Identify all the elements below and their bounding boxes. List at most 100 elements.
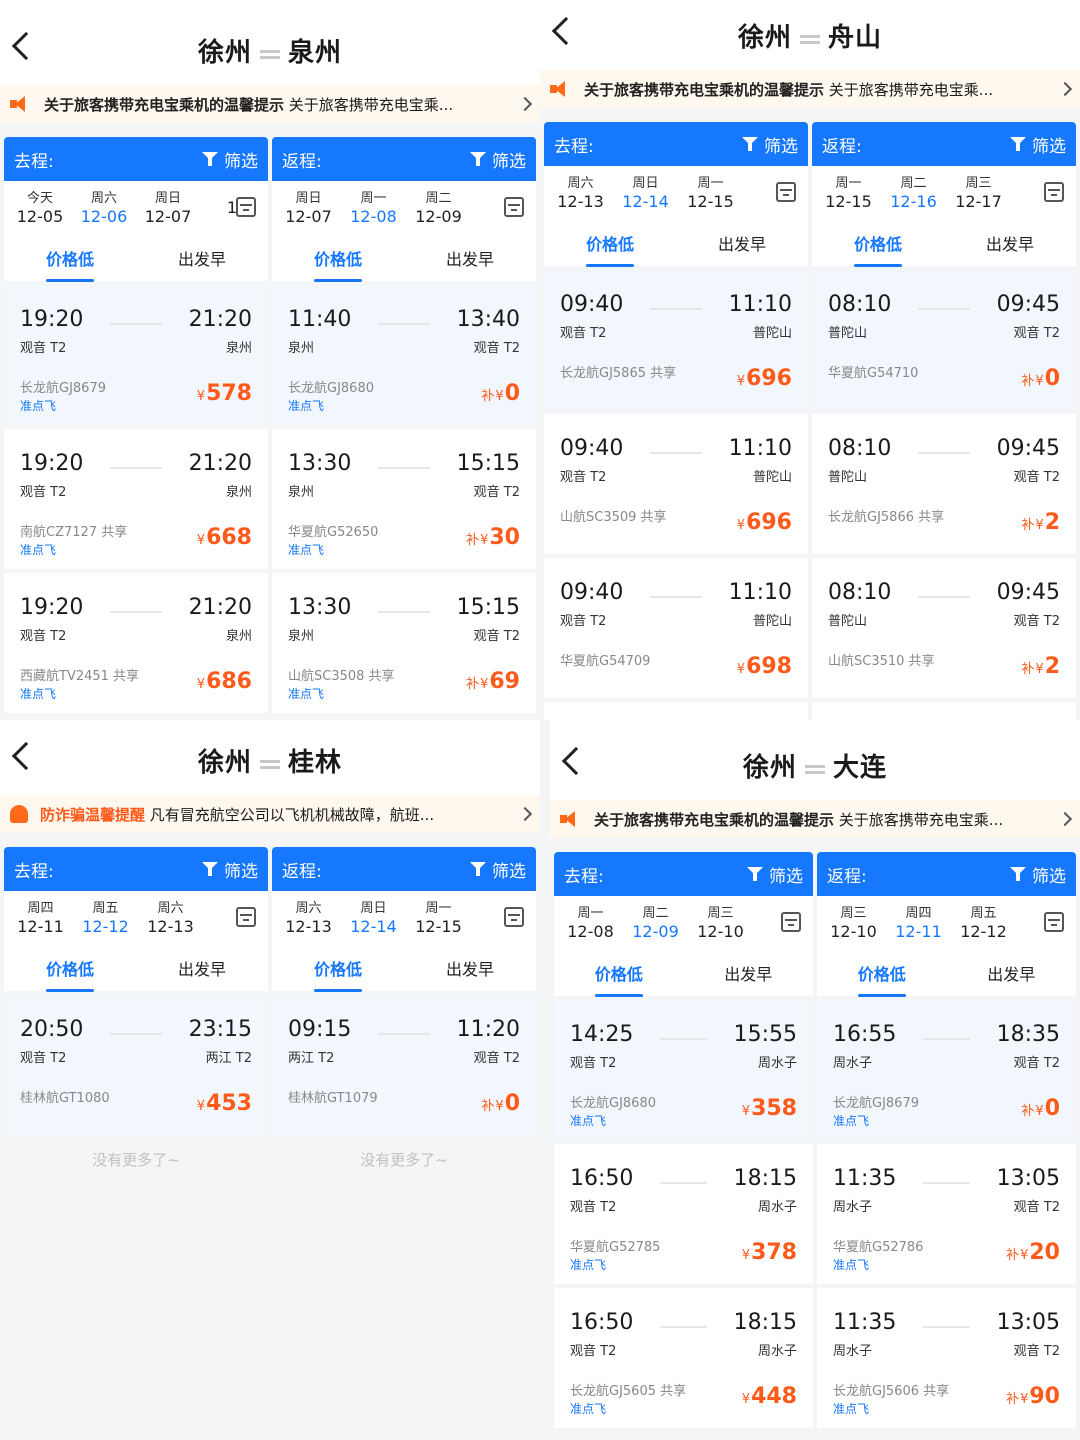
date-option[interactable]: 周三 12-10 [688, 905, 753, 941]
date-option[interactable]: 周一 12-15 [678, 175, 743, 211]
route-panel-quanzhou: 徐州 泉州 关于旅客携带充电宝乘机的温馨提示 关于旅客携带充电宝乘... 去程: 筛选今… [0, 0, 540, 720]
flight-card[interactable]: 09:15 11:20 两江 T2 观音 T2 桂林航GT1079 补¥0 [272, 995, 536, 1135]
date-option[interactable]: 今天 12-05 [8, 190, 72, 226]
date-option[interactable]: 周日 12-14 [613, 175, 678, 211]
notice-bar[interactable]: 关于旅客携带充电宝乘机的温馨提示 关于旅客携带充电宝乘... [0, 85, 540, 123]
flight-card[interactable]: 13:30 15:15 泉州 观音 T2 山航SC3508 共享 准点飞 补¥69 [272, 573, 536, 713]
yen-sign: ¥ [736, 662, 746, 677]
sort-depart-early-tab[interactable]: 出发早 [684, 961, 814, 985]
date-option[interactable]: 周六 12-13 [276, 900, 341, 936]
date-option[interactable]: 周五 12-12 [73, 900, 138, 936]
calendar-icon[interactable] [781, 912, 801, 932]
date-option[interactable]: 周一 12-15 [816, 175, 881, 211]
return-header: 返程: 筛选 [817, 852, 1076, 896]
price-value: 578 [206, 381, 252, 406]
sort-price-low-tab[interactable]: 价格低 [812, 231, 944, 267]
supplement-label: 补 [466, 677, 480, 692]
sort-depart-early-tab[interactable]: 出发早 [136, 956, 268, 980]
flight-card[interactable]: 20:50 23:15 观音 T2 两江 T2 桂林航GT1080 ¥453 [4, 995, 268, 1135]
depart-time: 13:30 [288, 595, 352, 620]
filter-button[interactable]: 筛选 [742, 132, 798, 157]
filter-button[interactable]: 筛选 [470, 147, 526, 172]
date-option[interactable]: 周四 12-11 [8, 900, 73, 936]
sort-price-low-tab[interactable]: 价格低 [4, 956, 136, 992]
depart-airport: 泉州 [288, 485, 315, 500]
flight-card[interactable]: 16:50 18:15 观音 T2 周水子 长龙航GJ5605 共享 准点飞 ¥448 [554, 1288, 813, 1428]
flight-card[interactable]: 16:50 18:15 观音 T2 周水子 华夏航G52785 准点飞 ¥378 [554, 1144, 813, 1284]
date-option[interactable]: 周日 12-14 [341, 900, 406, 936]
filter-button[interactable]: 筛选 [470, 857, 526, 882]
filter-button[interactable]: 筛选 [1010, 132, 1066, 157]
flight-card[interactable]: 09:40 11:10 观音 T2 普陀山 山航SC3509 共享 ¥696 [544, 414, 808, 554]
sort-depart-early-tab[interactable]: 出发早 [404, 246, 536, 270]
sort-price-low-tab[interactable]: 价格低 [544, 231, 676, 267]
sort-price-low-tab[interactable]: 价格低 [4, 246, 136, 282]
flight-card[interactable]: 08:10 09:45 普陀山 观音 T2 长龙航GJ5866 共享 补¥2 [812, 414, 1076, 554]
depart-time: 16:55 [833, 1022, 897, 1047]
calendar-icon[interactable] [776, 182, 796, 202]
date-option[interactable]: 周一 12-15 [406, 900, 471, 936]
date-option[interactable]: 周二 12-09 [623, 905, 688, 941]
sort-price-low-tab[interactable]: 价格低 [554, 961, 684, 997]
date-option[interactable]: 周六 12-13 [138, 900, 203, 936]
date-option[interactable]: 周一 12-08 [341, 190, 406, 226]
sort-price-low-tab[interactable]: 价格低 [272, 956, 404, 992]
notice-text: 关于旅客携带充电宝乘机的温馨提示 关于旅客携带充电宝乘... [44, 94, 512, 115]
flight-card[interactable]: 09:40 11:10 观音 T2 普陀山 长龙航GJ5865 共享 ¥696 [544, 270, 808, 410]
date-option[interactable]: 周三 12-10 [821, 905, 886, 941]
sort-price-low-tab[interactable]: 价格低 [272, 246, 404, 282]
sort-depart-early-tab[interactable]: 出发早 [944, 231, 1076, 255]
route-panel-guilin: 徐州 桂林 防诈骗温馨提醒 凡有冒充航空公司以飞机机械故障，航班... 去程: 筛选 周四… [0, 720, 540, 1440]
flight-card[interactable]: 11:35 13:05 周水子 观音 T2 长龙航GJ5606 共享 准点飞 补¥90 [817, 1288, 1076, 1428]
filter-button[interactable]: 筛选 [202, 857, 258, 882]
airline-flight-no: 长龙航GJ5606 共享 [833, 1384, 950, 1399]
date-option[interactable]: 周三 12-17 [946, 175, 1011, 211]
flight-card[interactable]: 09:40 11:10 观音 T2 普陀山 华夏航G54709 ¥698 [544, 558, 808, 698]
filter-button[interactable]: 筛选 [747, 862, 803, 887]
date-weekday: 周日 [360, 901, 387, 916]
notice-bar[interactable]: 关于旅客携带充电宝乘机的温馨提示 关于旅客携带充电宝乘... [540, 70, 1080, 108]
flight-card[interactable]: 19:20 21:20 观音 T2 泉州 南航CZ7127 共享 准点飞 ¥668 [4, 429, 268, 569]
flight-card[interactable]: 08:10 09:45 普陀山 观音 T2 华夏航G54710 补¥0 [812, 270, 1076, 410]
chevron-right-icon [517, 806, 533, 822]
flight-card[interactable]: 14:25 15:55 观音 T2 周水子 长龙航GJ8680 准点飞 ¥358 [554, 1000, 813, 1140]
route-line [918, 596, 970, 598]
notice-bar[interactable]: 关于旅客携带充电宝乘机的温馨提示 关于旅客携带充电宝乘... [550, 800, 1080, 838]
arrive-time: 13:40 [456, 307, 520, 332]
sort-depart-early-tab[interactable]: 出发早 [676, 231, 808, 255]
flight-card[interactable]: 19:20 21:20 观音 T2 泉州 西藏航TV2451 共享 准点飞 ¥686 [4, 573, 268, 713]
flight-card[interactable]: 11:35 13:05 周水子 观音 T2 华夏航G52786 准点飞 补¥20 [817, 1144, 1076, 1284]
date-option[interactable]: 周六 12-13 [548, 175, 613, 211]
airline-flight-no: 华夏航G52786 [833, 1240, 924, 1255]
notice-bar[interactable]: 防诈骗温馨提醒 凡有冒充航空公司以飞机机械故障，航班... [0, 795, 540, 833]
date-option[interactable]: 周二 12-09 [406, 190, 471, 226]
sort-price-low-tab[interactable]: 价格低 [817, 961, 947, 997]
sort-depart-early-tab[interactable]: 出发早 [947, 961, 1077, 985]
calendar-icon[interactable] [236, 907, 256, 927]
calendar-icon[interactable] [504, 907, 524, 927]
calendar-icon[interactable] [1044, 182, 1064, 202]
calendar-icon[interactable] [1044, 912, 1064, 932]
yen-sign: ¥ [196, 533, 206, 548]
date-option[interactable]: 周四 12-11 [886, 905, 951, 941]
calendar-icon[interactable] [504, 197, 524, 217]
flight-card[interactable]: 16:55 18:35 周水子 观音 T2 长龙航GJ8679 准点飞 补¥0 [817, 1000, 1076, 1140]
date-option[interactable]: 周日 12-07 [276, 190, 341, 226]
flight-card[interactable]: 13:30 15:15 泉州 观音 T2 华夏航G52650 准点飞 补¥30 [272, 429, 536, 569]
flight-card[interactable]: 08:1009:45普陀山观音 T2 [812, 702, 1076, 720]
date-option[interactable]: 周一 12-08 [558, 905, 623, 941]
flight-card[interactable]: 11:40 13:40 泉州 观音 T2 长龙航GJ8680 准点飞 补¥0 [272, 285, 536, 425]
filter-button[interactable]: 筛选 [202, 147, 258, 172]
date-option[interactable]: 周日 12-07 [136, 190, 200, 226]
flight-card[interactable]: 08:10 09:45 普陀山 观音 T2 山航SC3510 共享 补¥2 [812, 558, 1076, 698]
sort-depart-early-tab[interactable]: 出发早 [136, 246, 268, 270]
sort-depart-early-tab[interactable]: 出发早 [404, 956, 536, 980]
flight-card[interactable]: 19:20 21:20 观音 T2 泉州 长龙航GJ8679 准点飞 ¥578 [4, 285, 268, 425]
calendar-icon[interactable] [236, 197, 256, 217]
date-option[interactable]: 周二 12-16 [881, 175, 946, 211]
filter-button[interactable]: 筛选 [1010, 862, 1066, 887]
date-weekday: 周四 [27, 901, 54, 916]
date-option[interactable]: 周六 12-06 [72, 190, 136, 226]
date-option[interactable]: 周五 12-12 [951, 905, 1016, 941]
flight-card[interactable]: 09:4011:10观音 T2普陀山 [544, 702, 808, 720]
